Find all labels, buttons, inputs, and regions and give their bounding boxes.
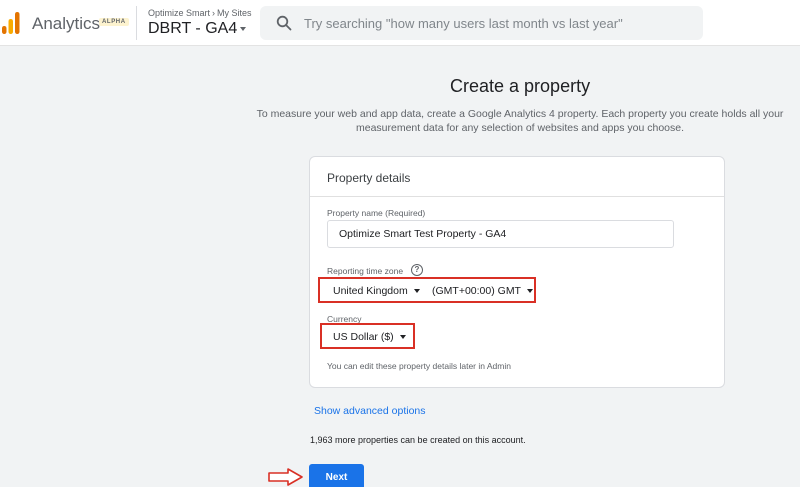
page-description: To measure your web and app data, create… [256, 108, 784, 134]
help-icon[interactable]: ? [411, 264, 423, 276]
chevron-down-icon [240, 27, 247, 31]
next-button[interactable]: Next [309, 464, 364, 487]
edit-later-note: You can edit these property details late… [327, 361, 511, 371]
timezone-select-value: (GMT+00:00) GMT [432, 285, 521, 297]
breadcrumb[interactable]: Optimize Smart › My Sites [148, 8, 252, 18]
card-divider [310, 196, 724, 197]
timezone-label: Reporting time zone [327, 266, 404, 276]
chevron-right-icon: › [212, 8, 216, 18]
analytics-logo-icon[interactable] [2, 12, 20, 34]
card-title: Property details [327, 171, 411, 185]
country-select[interactable]: United Kingdom [333, 285, 420, 297]
property-switcher[interactable]: DBRT - GA4 [148, 20, 247, 38]
search-bar[interactable] [260, 6, 703, 40]
breadcrumb-property-group[interactable]: My Sites [217, 8, 252, 18]
search-input[interactable] [304, 15, 684, 31]
property-name-label: Property name (Required) [327, 208, 426, 218]
timezone-select[interactable]: (GMT+00:00) GMT [432, 285, 533, 297]
header-divider [136, 6, 137, 40]
chevron-down-icon [526, 289, 533, 293]
property-name-input[interactable] [327, 220, 674, 248]
chevron-down-icon [399, 335, 406, 339]
country-select-value: United Kingdom [333, 285, 408, 297]
arrow-right-icon [268, 468, 303, 486]
search-icon [276, 15, 292, 31]
alpha-badge: ALPHA [99, 18, 129, 26]
show-advanced-options-link[interactable]: Show advanced options [314, 405, 426, 417]
top-app-bar: Analytics ALPHA Optimize Smart › My Site… [0, 0, 800, 46]
app-name: Analytics [32, 14, 101, 33]
page-title: Create a property [450, 76, 591, 96]
chevron-down-icon [413, 289, 420, 293]
property-details-card: Property details Property name (Required… [309, 156, 725, 388]
breadcrumb-account[interactable]: Optimize Smart [148, 8, 210, 18]
property-switcher-label: DBRT - GA4 [148, 20, 238, 37]
currency-select-value: US Dollar ($) [333, 331, 394, 343]
remaining-properties-text: 1,963 more properties can be created on … [310, 435, 526, 445]
currency-select[interactable]: US Dollar ($) [333, 331, 406, 343]
